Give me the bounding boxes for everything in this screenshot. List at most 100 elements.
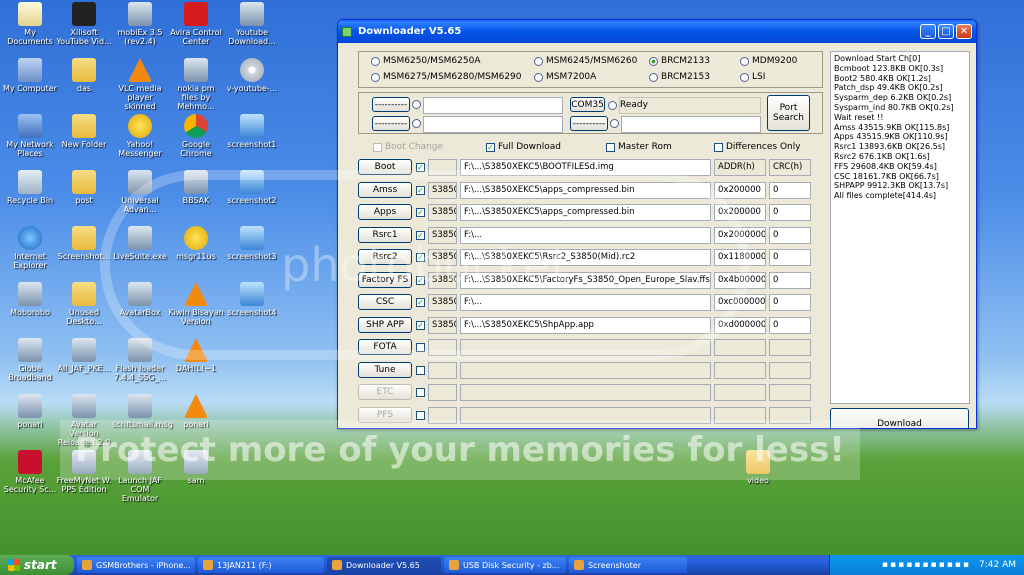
- chipset-radio[interactable]: MSM6250/MSM6250A: [371, 56, 480, 66]
- maximize-button[interactable]: □: [938, 24, 954, 39]
- differences-only-checkbox[interactable]: Differences Only: [714, 142, 801, 152]
- file-checkbox[interactable]: ✓: [416, 230, 425, 240]
- file-checkbox[interactable]: ✓: [416, 253, 425, 262]
- file-checkbox[interactable]: ✓: [416, 298, 425, 307]
- chipset-radio[interactable]: MSM7200A: [534, 72, 596, 82]
- desktop-icon[interactable]: My Computer: [2, 58, 58, 93]
- file-button-rsrc2[interactable]: Rsrc2: [358, 249, 412, 265]
- minimize-button[interactable]: _: [920, 24, 936, 39]
- desktop-icon[interactable]: McAfee Security Sc...: [2, 450, 58, 494]
- desktop-icon[interactable]: Moborobo: [2, 282, 58, 317]
- chipset-radio[interactable]: BRCM2133: [649, 56, 710, 66]
- desktop-icon[interactable]: Xilisoft YouTube Vid...: [56, 2, 112, 46]
- desktop-icon[interactable]: VLC media player skinned: [112, 58, 168, 111]
- desktop-icon[interactable]: New Folder: [56, 114, 112, 149]
- port-field-2[interactable]: [423, 116, 563, 133]
- chipset-radio[interactable]: MSM6245/MSM6260: [534, 56, 637, 66]
- chipset-radio[interactable]: BRCM2153: [649, 72, 710, 82]
- file-button-rsrc1[interactable]: Rsrc1: [358, 226, 412, 243]
- file-checkbox[interactable]: ✓: [416, 163, 425, 172]
- desktop-icon[interactable]: ponari: [168, 394, 224, 429]
- desktop-icon[interactable]: Yahoo! Messenger: [112, 114, 168, 158]
- desktop-icon[interactable]: Kiwin Bisayan Version: [168, 282, 224, 326]
- taskbar-button[interactable]: GSMBrothers - iPhone...: [77, 557, 195, 573]
- taskbar-button[interactable]: Downloader V5.65: [327, 557, 441, 573]
- desktop-icon[interactable]: post: [56, 170, 112, 205]
- close-button[interactable]: ✕: [956, 24, 972, 39]
- taskbar-button[interactable]: Screenshoter: [569, 557, 687, 573]
- desktop-icon[interactable]: Universal Advan...: [112, 170, 168, 214]
- desktop-icon[interactable]: das: [56, 58, 112, 93]
- chipset-radio[interactable]: MDM9200: [740, 56, 797, 66]
- file-button-csc[interactable]: CSC: [358, 294, 412, 310]
- desktop-icon[interactable]: Internet Explorer: [2, 226, 58, 270]
- chipset-radio[interactable]: MSM6275/MSM6280/MSM6290: [371, 72, 522, 82]
- desktop-icon[interactable]: Recycle Bin: [2, 170, 58, 205]
- desktop-icon[interactable]: scriftsmail.msg: [112, 394, 173, 429]
- desktop-icon-video[interactable]: video: [730, 450, 786, 485]
- desktop-icon[interactable]: BBSAK: [168, 170, 224, 205]
- port-field-3[interactable]: [621, 116, 761, 133]
- desktop-icon[interactable]: sam: [168, 450, 224, 485]
- desktop-icon[interactable]: screenshot3: [224, 226, 280, 261]
- desktop-icon[interactable]: My Network Places: [2, 114, 58, 158]
- desktop-icon[interactable]: Unused Deskto...: [56, 282, 112, 326]
- desktop-icon[interactable]: screenshot4: [224, 282, 280, 317]
- file-button-shp-app[interactable]: SHP APP: [358, 316, 412, 333]
- file-button-tune[interactable]: Tune: [358, 361, 412, 378]
- desktop-icon[interactable]: msgr11us: [168, 226, 224, 261]
- file-button-boot[interactable]: Boot: [358, 159, 412, 175]
- file-checkbox[interactable]: [416, 388, 425, 397]
- port-radio-2[interactable]: [412, 119, 421, 128]
- taskbar-button[interactable]: USB Disk Security - zb...: [444, 557, 566, 573]
- desktop-icon[interactable]: Launch JAF COM Emulator: [112, 450, 168, 503]
- file-checkbox[interactable]: ✓: [416, 185, 425, 195]
- chipset-radio[interactable]: LSI: [740, 72, 765, 82]
- desktop-icon[interactable]: DAH!L!~1: [168, 338, 224, 373]
- file-checkbox[interactable]: [416, 410, 425, 420]
- file-button-amss[interactable]: Amss: [358, 181, 412, 198]
- desktop-icon[interactable]: Avira Control Center: [168, 2, 224, 46]
- desktop-icon[interactable]: nokia pm files by Mehmo...: [168, 58, 224, 111]
- port-radio-3[interactable]: [610, 119, 619, 128]
- port-button-1[interactable]: ----------: [372, 97, 410, 112]
- port-radio-1[interactable]: [412, 100, 421, 109]
- desktop-icon[interactable]: mobiEx 3.5 (rev2.4): [112, 2, 168, 46]
- desktop-icon[interactable]: screenshot1: [224, 114, 280, 149]
- desktop-icon[interactable]: Flash loader 7.4.4_SSG_...: [112, 338, 168, 382]
- desktop-icon[interactable]: LiveSuite.exe: [112, 226, 168, 261]
- desktop-icon[interactable]: FreeMyNet W. PPS Edition: [56, 450, 112, 494]
- file-checkbox[interactable]: ✓: [416, 320, 425, 330]
- boot-change-checkbox[interactable]: Boot Change: [373, 142, 443, 152]
- desktop-icon[interactable]: v-youtube-...: [224, 58, 280, 93]
- file-checkbox[interactable]: [416, 365, 425, 375]
- desktop-icon[interactable]: Globe Broadband: [2, 338, 58, 382]
- desktop-icon[interactable]: screenshot2: [224, 170, 280, 205]
- download-button[interactable]: Download: [830, 408, 969, 428]
- file-button-fota[interactable]: FOTA: [358, 339, 412, 355]
- clock[interactable]: 7:42 AM: [979, 560, 1016, 570]
- master-rom-checkbox[interactable]: Master Rom: [606, 142, 672, 152]
- port-button-2[interactable]: ----------: [372, 116, 410, 131]
- port-button-3[interactable]: ----------: [570, 116, 608, 131]
- file-button-factory-fs[interactable]: Factory FS: [358, 271, 412, 288]
- taskbar-button[interactable]: 13JAN211 (F:): [198, 557, 324, 573]
- file-checkbox[interactable]: ✓: [416, 208, 425, 217]
- file-checkbox[interactable]: [416, 343, 425, 352]
- file-button-apps[interactable]: Apps: [358, 204, 412, 220]
- port-search-button[interactable]: Port Search: [767, 95, 810, 131]
- desktop-icon[interactable]: Youtube Download...: [224, 2, 280, 46]
- desktop-icon[interactable]: All_JAF_PKE...: [56, 338, 112, 373]
- desktop-icon[interactable]: AvatarBox: [112, 282, 168, 317]
- start-button[interactable]: start: [0, 555, 74, 575]
- desktop-icon[interactable]: Screenshot...: [56, 226, 112, 261]
- port-field-1[interactable]: [423, 97, 563, 114]
- desktop-icon[interactable]: ponari: [2, 394, 58, 429]
- desktop-icon[interactable]: Google Chrome: [168, 114, 224, 158]
- desktop-icon[interactable]: Avatar Version Reloaded 2.0: [56, 394, 112, 447]
- com-port-button[interactable]: COM35: [570, 97, 605, 112]
- full-download-checkbox[interactable]: ✓ Full Download: [486, 142, 561, 152]
- file-checkbox[interactable]: ✓: [416, 275, 425, 285]
- title-bar[interactable]: Downloader V5.65 _ □ ✕: [338, 20, 976, 43]
- desktop-icon[interactable]: My Documents: [2, 2, 58, 46]
